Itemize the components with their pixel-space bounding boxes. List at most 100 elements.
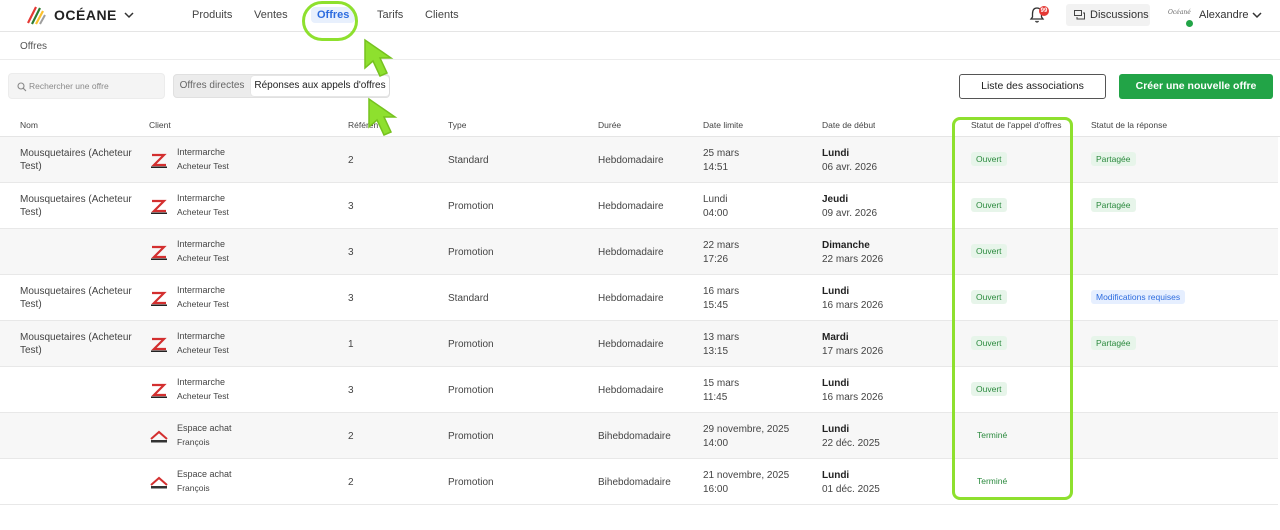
column-header-date-limite[interactable]: Date limite bbox=[703, 120, 743, 130]
start-day: Lundi bbox=[822, 378, 850, 389]
deadline-date: 29 novembre, 2025 bbox=[703, 424, 790, 435]
table-row[interactable]: Mousquetaires (Acheteur Test) Intermarche… bbox=[0, 321, 1278, 367]
deadline-time: 14:51 bbox=[703, 162, 729, 173]
offer-type: Promotion bbox=[448, 201, 494, 212]
user-company-logo: Océané bbox=[1168, 9, 1191, 16]
search-input[interactable] bbox=[29, 77, 159, 95]
table-header: Nom Client Référence Type Durée Date lim… bbox=[0, 113, 1280, 137]
deadline-time: 11:45 bbox=[703, 392, 728, 403]
offer-name: Mousquetaires (Acheteur Test) bbox=[20, 194, 132, 218]
tender-status-badge: Ouvert bbox=[971, 244, 1007, 258]
client-name: Intermarche bbox=[177, 331, 226, 341]
start-day: Lundi bbox=[822, 286, 850, 297]
reference-count: 2 bbox=[348, 477, 354, 488]
start-day: Dimanche bbox=[822, 240, 870, 251]
response-status-badge: Partagée bbox=[1091, 336, 1136, 350]
tender-status-badge: Ouvert bbox=[971, 382, 1007, 396]
table-row[interactable]: Espace achat François 2 Promotion Bihebdomad… bbox=[0, 459, 1278, 505]
chat-icon bbox=[1074, 10, 1085, 20]
table-row[interactable]: Mousquetaires (Acheteur Test) Intermarche… bbox=[0, 183, 1278, 229]
start-date: 22 mars 2026 bbox=[822, 254, 884, 265]
offer-duration: Hebdomadaire bbox=[598, 155, 664, 166]
offer-name: Mousquetaires (Acheteur Test) bbox=[20, 332, 132, 356]
deadline-time: 15:45 bbox=[703, 300, 729, 311]
tender-status-badge: Terminé bbox=[977, 430, 1008, 440]
deadline-date: 22 mars bbox=[703, 240, 740, 251]
client-contact: Acheteur Test bbox=[177, 207, 229, 217]
nav-produits[interactable]: Produits bbox=[192, 9, 232, 21]
divider bbox=[0, 59, 1280, 60]
tender-status-badge: Ouvert bbox=[971, 198, 1007, 212]
table-row[interactable]: Mousquetaires (Acheteur Test) Intermarche… bbox=[0, 137, 1278, 183]
chevron-down-icon[interactable] bbox=[1250, 8, 1264, 22]
offer-duration: Bihebdomadaire bbox=[598, 477, 671, 488]
discussions-button[interactable]: Discussions bbox=[1066, 4, 1150, 26]
offer-type: Promotion bbox=[448, 431, 494, 442]
nav-ventes[interactable]: Ventes bbox=[254, 9, 288, 21]
column-header-nom[interactable]: Nom bbox=[20, 120, 38, 130]
client-contact: Acheteur Test bbox=[177, 253, 229, 263]
offer-type: Promotion bbox=[448, 247, 494, 258]
reference-count: 3 bbox=[348, 201, 354, 212]
column-header-client[interactable]: Client bbox=[149, 120, 171, 130]
table-row[interactable]: Intermarche Acheteur Test 3 Promotion Hebdom… bbox=[0, 367, 1278, 413]
client-contact: Acheteur Test bbox=[177, 161, 229, 171]
start-date: 16 mars 2026 bbox=[822, 392, 884, 403]
offer-type: Promotion bbox=[448, 477, 494, 488]
nav-offres[interactable]: Offres bbox=[311, 7, 356, 23]
deadline-date: 21 novembre, 2025 bbox=[703, 470, 790, 481]
create-offer-button[interactable]: Créer une nouvelle offre bbox=[1119, 74, 1273, 99]
offer-type-segmented-control: Offres directes Réponses aux appels d'of… bbox=[173, 74, 390, 98]
start-date: 01 déc. 2025 bbox=[822, 484, 880, 495]
offer-duration: Hebdomadaire bbox=[598, 201, 664, 212]
associations-list-button[interactable]: Liste des associations bbox=[959, 74, 1106, 99]
client-name: Intermarche bbox=[177, 285, 226, 295]
deadline-date: 16 mars bbox=[703, 286, 740, 297]
tab-offres-directes[interactable]: Offres directes bbox=[174, 75, 250, 97]
start-date: 16 mars 2026 bbox=[822, 300, 884, 311]
offer-type: Promotion bbox=[448, 339, 494, 350]
start-date: 09 avr. 2026 bbox=[822, 208, 878, 219]
client-name: Espace achat bbox=[177, 469, 232, 479]
deadline-date: 13 mars bbox=[703, 332, 740, 343]
column-header-type[interactable]: Type bbox=[448, 120, 466, 130]
notification-badge: 99 bbox=[1039, 6, 1049, 16]
nav-tarifs[interactable]: Tarifs bbox=[377, 9, 403, 21]
deadline-time: 04:00 bbox=[703, 208, 729, 219]
start-date: 17 mars 2026 bbox=[822, 346, 884, 357]
column-header-date-debut[interactable]: Date de début bbox=[822, 120, 875, 130]
client-logo-icon bbox=[151, 291, 167, 306]
offer-name: Mousquetaires (Acheteur Test) bbox=[20, 286, 132, 310]
client-contact: Acheteur Test bbox=[177, 299, 229, 309]
column-header-statut-ao[interactable]: Statut de l'appel d'offres bbox=[971, 120, 1062, 130]
start-date: 06 avr. 2026 bbox=[822, 162, 878, 173]
start-day: Lundi bbox=[822, 148, 850, 159]
column-header-statut-reponse[interactable]: Statut de la réponse bbox=[1091, 120, 1167, 130]
table-row[interactable]: Intermarche Acheteur Test 3 Promotion Hebdom… bbox=[0, 229, 1278, 275]
arrow-pointer-icon bbox=[368, 97, 398, 136]
column-header-duree[interactable]: Durée bbox=[598, 120, 621, 130]
deadline-time: 13:15 bbox=[703, 346, 729, 357]
brand-name[interactable]: OCÉANE bbox=[54, 7, 117, 23]
search-box[interactable] bbox=[8, 73, 165, 99]
chevron-down-icon[interactable] bbox=[122, 8, 136, 22]
user-name[interactable]: Alexandre bbox=[1199, 9, 1249, 21]
start-day: Lundi bbox=[822, 424, 850, 435]
start-day: Mardi bbox=[822, 332, 849, 343]
reference-count: 1 bbox=[348, 339, 354, 350]
client-logo-icon bbox=[151, 337, 167, 352]
logo-icon[interactable] bbox=[26, 5, 46, 25]
reference-count: 2 bbox=[348, 431, 354, 442]
table-row[interactable]: Espace achat François 2 Promotion Bihebdomad… bbox=[0, 413, 1278, 459]
online-status-dot bbox=[1186, 20, 1193, 27]
deadline-date: 25 mars bbox=[703, 148, 740, 159]
client-name: Intermarche bbox=[177, 147, 226, 157]
offer-duration: Hebdomadaire bbox=[598, 385, 664, 396]
reference-count: 3 bbox=[348, 247, 354, 258]
deadline-time: 14:00 bbox=[703, 438, 729, 449]
offer-duration: Hebdomadaire bbox=[598, 247, 664, 258]
reference-count: 3 bbox=[348, 385, 354, 396]
table-row[interactable]: Mousquetaires (Acheteur Test) Intermarche… bbox=[0, 275, 1278, 321]
nav-clients[interactable]: Clients bbox=[425, 9, 459, 21]
deadline-time: 17:26 bbox=[703, 254, 729, 265]
